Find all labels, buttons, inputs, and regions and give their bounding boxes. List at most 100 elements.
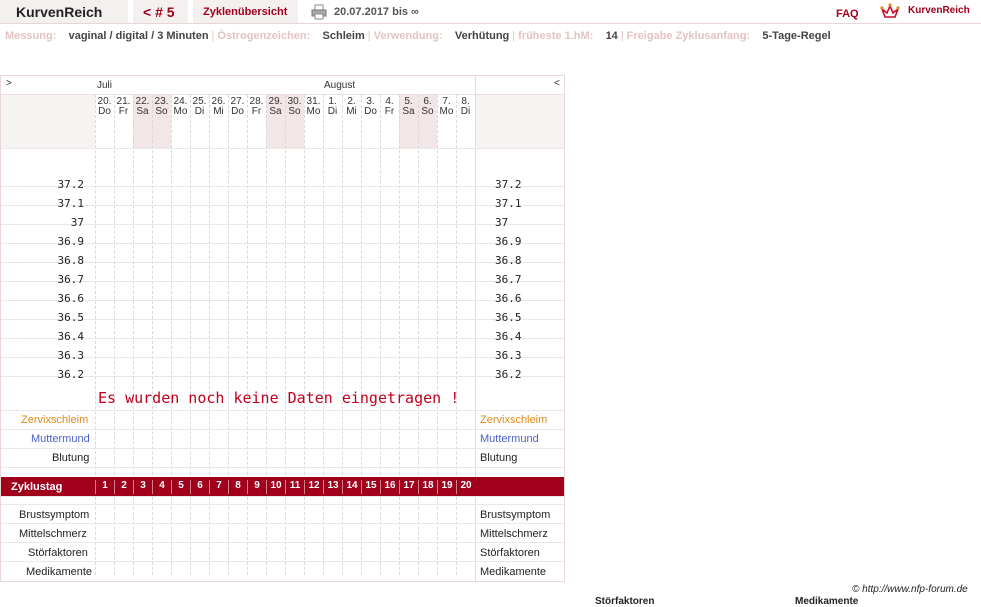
day-gridline bbox=[190, 95, 191, 575]
weekday-label: Mo bbox=[173, 106, 188, 117]
temp-label-right: 36.3 bbox=[495, 349, 522, 362]
cycle-day-number[interactable]: 12 bbox=[304, 480, 323, 494]
row-gridline bbox=[1, 186, 564, 187]
day-gridline bbox=[380, 95, 381, 575]
mittelschmerz-label-right: Mittelschmerz bbox=[480, 528, 548, 540]
cycle-day-number[interactable]: 13 bbox=[323, 480, 342, 494]
row-gridline bbox=[1, 376, 564, 377]
cycle-day-number[interactable]: 7 bbox=[209, 480, 228, 494]
temp-label-right: 37 bbox=[495, 216, 509, 229]
day-gridline bbox=[209, 95, 210, 575]
temp-label-left: 36.7 bbox=[57, 273, 85, 286]
earliest-value: 14 bbox=[605, 30, 618, 42]
usage-value: Verhütung bbox=[454, 30, 510, 42]
cycle-day-number[interactable]: 17 bbox=[399, 480, 418, 494]
cycle-overview-tab[interactable]: Zyklenübersicht bbox=[193, 0, 298, 23]
temp-label-right: 36.5 bbox=[495, 311, 522, 324]
cycle-day-number[interactable]: 2 bbox=[114, 480, 133, 494]
cycle-day-number[interactable]: 20 bbox=[456, 480, 475, 494]
measurement-label: Messung: bbox=[5, 30, 57, 42]
cycle-day-number[interactable]: 5 bbox=[171, 480, 190, 494]
day-gridline bbox=[456, 95, 457, 575]
mittelschmerz-label-left: Mittelschmerz bbox=[19, 528, 87, 540]
day-gridline bbox=[285, 95, 286, 575]
row-gridline bbox=[1, 448, 564, 449]
cycle-day-number[interactable]: 4 bbox=[152, 480, 171, 494]
faq-link[interactable]: FAQ bbox=[836, 8, 859, 20]
estrogen-label: Östrogenzeichen: bbox=[217, 30, 311, 42]
medikamente-heading: Medikamente bbox=[795, 596, 859, 607]
weekday-label: So bbox=[288, 106, 301, 117]
cycle-day-number[interactable]: 9 bbox=[247, 480, 266, 494]
cycle-day-number[interactable]: 16 bbox=[380, 480, 399, 494]
previous-cycle-tab[interactable]: < # 5 bbox=[133, 0, 188, 23]
cycle-day-number[interactable]: 8 bbox=[228, 480, 247, 494]
nav-next-button[interactable]: < bbox=[554, 78, 560, 89]
row-gridline bbox=[1, 319, 564, 320]
temp-label-right: 36.4 bbox=[495, 330, 522, 343]
row-gridline bbox=[1, 338, 564, 339]
day-gridline bbox=[437, 95, 438, 575]
temp-label-left: 37.2 bbox=[57, 178, 85, 191]
top-bar: KurvenReich < # 5 Zyklenübersicht 20.07.… bbox=[0, 0, 981, 24]
estrogen-value: Schleim bbox=[322, 30, 365, 42]
day-gridline bbox=[247, 95, 248, 575]
day-gridline bbox=[342, 95, 343, 575]
day-gridline bbox=[114, 95, 115, 575]
release-value: 5-Tage-Regel bbox=[762, 30, 831, 42]
cycle-day-number[interactable]: 14 bbox=[342, 480, 361, 494]
cycle-day-number[interactable]: 1 bbox=[95, 480, 114, 494]
no-data-message: Es wurden noch keine Daten eingetragen ! bbox=[98, 389, 460, 407]
blutung-label-right: Blutung bbox=[480, 452, 518, 464]
day-gridline bbox=[266, 95, 267, 575]
day-gridline bbox=[133, 95, 134, 575]
brustsymptom-label-right: Brustsymptom bbox=[480, 509, 551, 521]
cycle-day-number[interactable]: 6 bbox=[190, 480, 209, 494]
usage-label: Verwendung: bbox=[373, 30, 443, 42]
nav-prev-button[interactable]: > bbox=[6, 78, 12, 89]
cycle-day-number[interactable]: 3 bbox=[133, 480, 152, 494]
copyright-link[interactable]: © http://www.nfp-forum.de bbox=[852, 584, 968, 595]
day-gridline bbox=[361, 95, 362, 575]
month-label-august: August bbox=[324, 80, 356, 91]
measurement-value: vaginal / digital / 3 Minuten bbox=[68, 30, 209, 42]
temp-label-left: 36.2 bbox=[57, 368, 85, 381]
cycle-day-number[interactable]: 10 bbox=[266, 480, 285, 494]
medikamente-label-left: Medikamente bbox=[26, 566, 93, 578]
stoerfaktoren-heading: Störfaktoren bbox=[595, 596, 655, 607]
cycle-day-number[interactable]: 15 bbox=[361, 480, 380, 494]
weekday-label: Di bbox=[327, 106, 338, 117]
row-gridline bbox=[1, 205, 564, 206]
temp-label-left: 37 bbox=[70, 216, 84, 229]
day-gridline bbox=[228, 95, 229, 575]
crown-logo-icon[interactable] bbox=[880, 2, 900, 20]
day-gridline bbox=[304, 95, 305, 575]
weekday-label: Sa bbox=[402, 106, 415, 117]
stoerfaktoren-label-right: Störfaktoren bbox=[480, 547, 540, 559]
temp-label-left: 36.5 bbox=[57, 311, 85, 324]
row-gridline bbox=[1, 467, 564, 468]
top-divider bbox=[0, 23, 981, 24]
weekday-label: So bbox=[421, 106, 434, 117]
cycle-day-number[interactable]: 19 bbox=[437, 480, 456, 494]
day-gridline bbox=[323, 95, 324, 575]
zervix-label-right: Zervixschleim bbox=[480, 414, 548, 426]
cycle-day-number[interactable]: 11 bbox=[285, 480, 304, 494]
weekday-label: Fr bbox=[118, 106, 129, 117]
logo-text[interactable]: KurvenReich bbox=[908, 5, 970, 16]
row-gridline bbox=[1, 148, 564, 149]
muttermund-label-right: Muttermund bbox=[480, 433, 539, 445]
brustsymptom-label-left: Brustsymptom bbox=[19, 509, 90, 521]
temp-label-left: 36.3 bbox=[57, 349, 85, 362]
app-title-tab[interactable]: KurvenReich bbox=[0, 0, 128, 23]
row-gridline bbox=[1, 542, 564, 543]
zyklustag-bar: Zyklustag 1 2 3 4 5 6 7 8 9 10 11 12 13 14 15 16 17 18 19 2… bbox=[1, 477, 564, 496]
weekday-label: Fr bbox=[384, 106, 395, 117]
earliest-label: früheste 1.hM: bbox=[518, 30, 594, 42]
muttermund-label-left: Muttermund bbox=[31, 433, 90, 445]
cycle-day-number[interactable]: 18 bbox=[418, 480, 437, 494]
month-label-july: Juli bbox=[97, 80, 113, 91]
printer-icon[interactable] bbox=[311, 4, 327, 20]
weekday-label: Do bbox=[231, 106, 244, 117]
cycle-info-line: Messung: vaginal / digital / 3 Minuten | Ö… bbox=[5, 30, 831, 42]
